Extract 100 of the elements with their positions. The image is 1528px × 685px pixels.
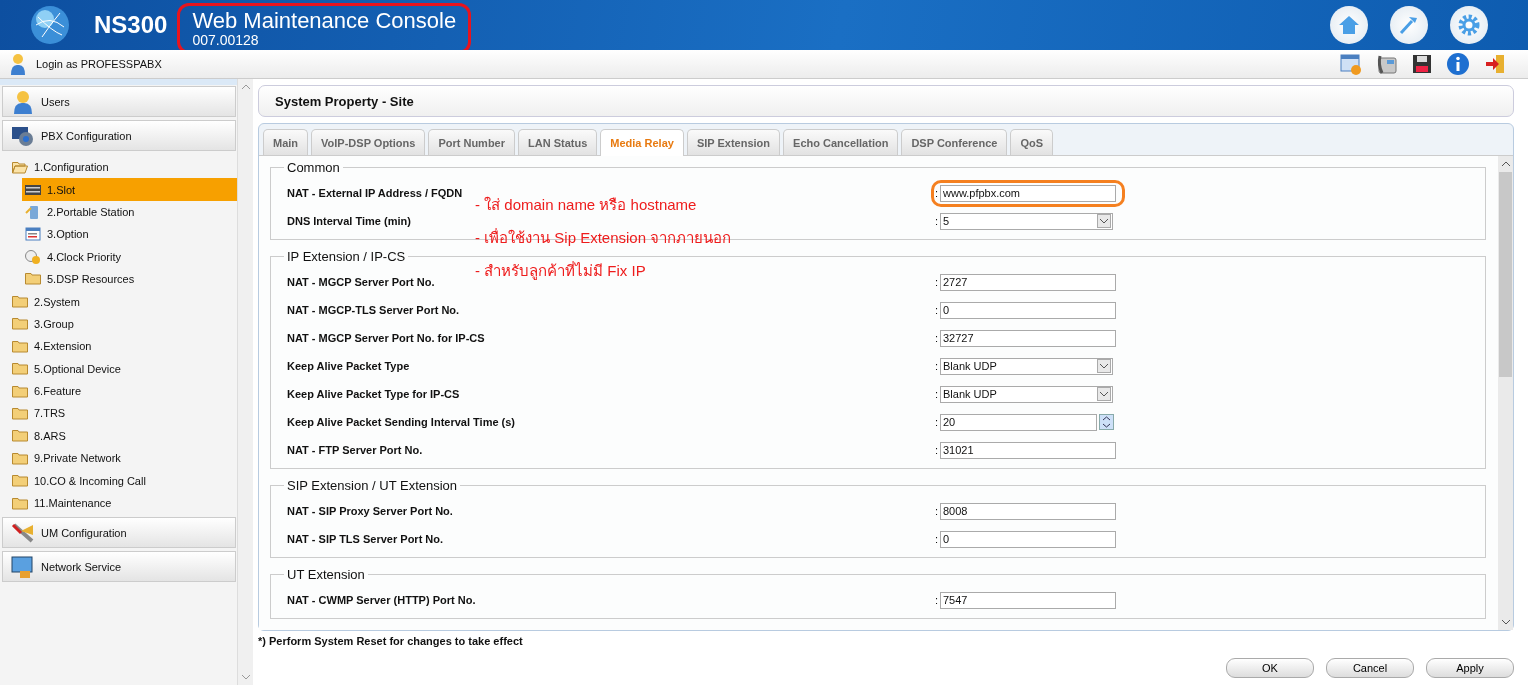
action-button[interactable]: OK [1226,658,1314,678]
tree-item[interactable]: 3.Option [22,223,237,246]
tree-item[interactable]: 2.System [0,290,237,313]
input-field[interactable]: 7547 [940,591,1116,609]
open-folder-icon [12,160,28,174]
version-number: 007.00128 [192,32,260,48]
action-button[interactable]: Apply [1426,658,1514,678]
login-status: Login as PROFESSPABX [36,58,162,70]
field-label: NAT - MGCP-TLS Server Port No. [287,304,461,316]
field-label: Keep Alive Packet Type [287,360,411,372]
hammer-button[interactable] [1390,6,1428,44]
logout-icon[interactable] [1484,53,1506,75]
product-name: NS300 [94,11,168,39]
tree-item[interactable]: 3.Group [0,312,237,336]
separator: : [935,187,940,199]
folder-icon [12,317,28,331]
separator: : [935,533,940,545]
tab[interactable]: SIP Extension [686,129,781,155]
input-field[interactable]: 8008 [940,502,1116,520]
folder-icon [12,362,28,376]
sidebar-section[interactable]: PBX Configuration [2,120,236,151]
dropdown[interactable]: 5 [940,212,1113,230]
tree-item[interactable]: 5.Optional Device [0,357,237,380]
annotation-note: - เพื่อใช้งาน Sip Extension จากภายนอก [475,227,732,248]
input-field[interactable]: 2727 [940,273,1116,291]
field-label: NAT - External IP Address / FQDN [287,187,464,199]
scroll-down-icon[interactable] [1500,618,1511,626]
phone-icon[interactable] [1376,53,1398,75]
separator: : [935,416,940,428]
separator: : [935,444,940,456]
input-field[interactable]: 0 [940,530,1116,548]
input-field[interactable]: 32727 [940,329,1116,347]
tab[interactable]: Echo Cancellation [783,129,899,155]
folder-icon [12,339,28,353]
separator: : [935,594,940,606]
input-field[interactable]: 31021 [940,441,1116,459]
tree-item[interactable]: 1.Slot [22,178,237,201]
folder-icon [12,451,28,465]
separator: : [935,215,940,227]
section-title: SIP Extension / UT Extension [286,478,459,493]
folder-icon [12,295,28,309]
user-icon [10,53,26,75]
scroll-up-icon[interactable] [1500,160,1511,168]
tree-item[interactable]: 6.Feature [0,379,237,403]
tab[interactable]: Port Number [428,129,515,155]
folder-icon [12,474,28,488]
home-button[interactable] [1330,6,1368,44]
tab[interactable]: QoS [1010,129,1054,155]
tree-item[interactable]: 9.Private Network [0,447,237,470]
console-title: Web Maintenance Console [192,8,457,33]
save-icon[interactable] [1412,54,1432,74]
tab[interactable]: LAN Status [518,129,598,155]
section-title: IP Extension / IP-CS [286,249,407,264]
dropdown[interactable]: Blank UDP [940,357,1113,375]
separator: : [935,304,940,316]
field-label: DNS Interval Time (min) [287,215,412,227]
action-button[interactable]: Cancel [1326,658,1414,678]
folder-icon [12,429,28,443]
tab[interactable]: Main [263,129,309,155]
tree-item[interactable]: 7.TRS [0,402,237,425]
settings-icon [1457,13,1481,37]
phone-icon [25,204,41,219]
page-title: System Property - Site [275,93,414,109]
tree-item[interactable]: 4.Extension [0,335,237,358]
sidebar-section[interactable]: UM Configuration [2,517,236,549]
calendar-icon[interactable] [1340,53,1362,75]
tree-item[interactable]: 5.DSP Resources [22,267,237,291]
separator: : [935,360,940,372]
network-icon [11,554,35,579]
slot-icon [25,182,41,197]
folder-icon [25,272,41,287]
tree-item[interactable]: 1.Configuration [0,156,237,179]
field-label: NAT - MGCP Server Port No. for IP-CS [287,332,486,344]
dropdown[interactable]: Blank UDP [940,385,1113,403]
globe-logo-icon [30,5,70,45]
settings-button[interactable] [1450,6,1488,44]
input-field[interactable]: 0 [940,301,1116,319]
sidebar-section[interactable]: Users [2,86,236,117]
input-field[interactable]: 20 [940,413,1097,431]
separator: : [935,332,940,344]
scrollbar-thumb[interactable] [1499,172,1512,377]
folder-icon [12,407,28,420]
tab[interactable]: VoIP-DSP Options [311,129,426,155]
folder-icon [12,384,28,398]
tab[interactable]: DSP Conference [901,129,1008,155]
tree-item[interactable]: 11.Maintenance [0,491,237,515]
tree-item[interactable]: 4.Clock Priority [22,245,237,268]
tree-item[interactable]: 8.ARS [0,424,237,448]
tree-item[interactable]: 2.Portable Station [22,200,237,224]
spinner-icon[interactable] [1099,414,1114,430]
sidebar-section[interactable]: Network Service [2,551,236,583]
tree-item[interactable]: 10.CO & Incoming Call [0,469,237,492]
section-title: UT Extension [286,567,366,582]
field-label: NAT - FTP Server Port No. [287,444,424,456]
separator: : [935,505,940,517]
annotation-note: - ใส่ domain name หรือ hostname [475,195,698,215]
input-field[interactable]: www.pfpbx.com [940,184,1116,202]
footnote: *) Perform System Reset for changes to take effect [258,635,524,649]
field-label: Keep Alive Packet Type for IP-CS [287,388,461,400]
info-icon[interactable] [1446,52,1470,76]
